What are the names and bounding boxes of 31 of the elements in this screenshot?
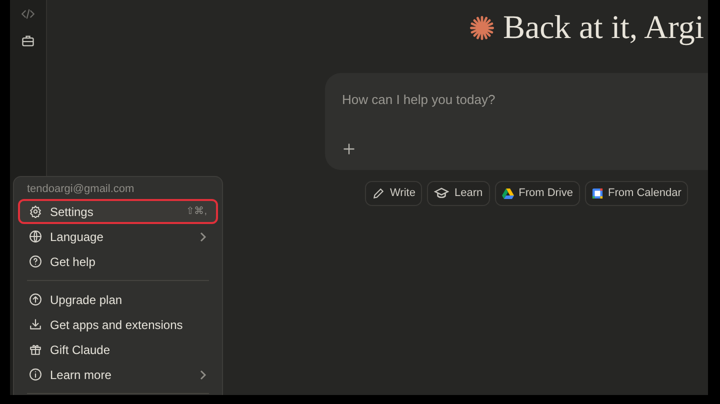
menu-item[interactable]: Settings ⇧⌘, <box>18 199 218 224</box>
action-chip[interactable]: From Calendar <box>585 181 688 206</box>
info-icon <box>29 368 42 381</box>
action-chip[interactable]: From Drive <box>494 181 580 206</box>
briefcase-icon[interactable] <box>21 34 35 48</box>
action-chip[interactable]: Learn <box>427 181 490 206</box>
menu-item[interactable]: Language <box>18 224 218 249</box>
account-email: tendoargi@gmail.com <box>26 182 136 197</box>
code-icon[interactable] <box>21 7 35 21</box>
plus-icon[interactable] <box>342 142 356 156</box>
menu-item[interactable]: Get apps and extensions <box>18 312 218 337</box>
graduation-cap-icon <box>434 187 450 200</box>
globe-icon <box>29 230 42 243</box>
menu-item[interactable]: Upgrade plan <box>18 287 218 312</box>
download-icon <box>29 318 42 331</box>
gift-icon <box>29 343 42 356</box>
help-icon <box>29 255 42 268</box>
gear-icon <box>29 205 42 218</box>
keyboard-shortcut: ⇧⌘, <box>186 205 207 219</box>
message-input[interactable]: How can I help you today? <box>325 73 708 170</box>
action-chip[interactable]: Write <box>365 181 422 206</box>
menu-item[interactable]: Get help <box>18 249 218 274</box>
input-placeholder: How can I help you today? <box>342 91 496 109</box>
menu-item[interactable]: Learn more <box>18 362 218 387</box>
arrow-up-circle-icon <box>29 293 42 306</box>
pencil-icon <box>372 187 385 200</box>
sparkle-icon <box>468 15 495 41</box>
drive-icon <box>502 188 514 199</box>
menu-item[interactable]: Gift Claude <box>18 337 218 362</box>
greeting-title: Back at it, Argi <box>502 12 704 44</box>
calendar-icon <box>592 188 603 199</box>
